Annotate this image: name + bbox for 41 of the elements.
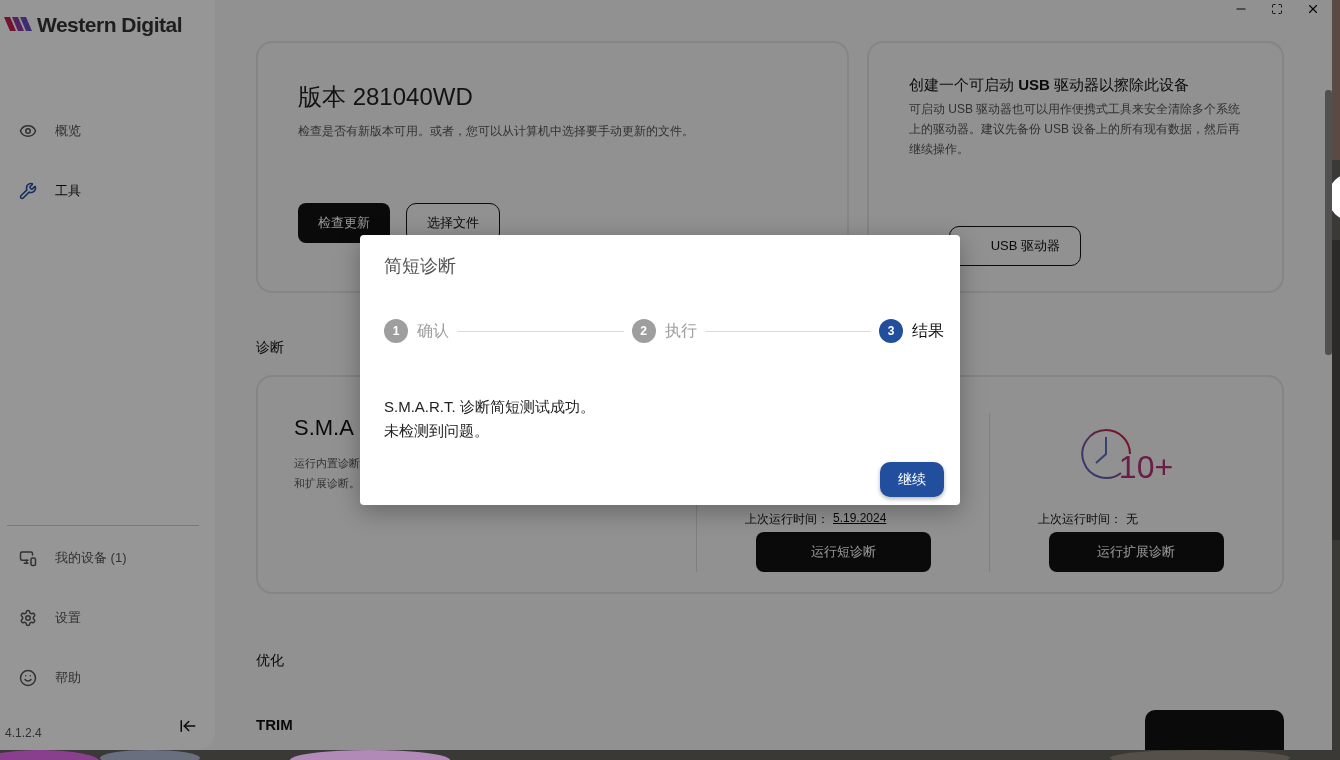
continue-button[interactable]: 继续	[880, 462, 944, 497]
usb-description: 可启动 USB 驱动器也可以用作便携式工具来安全清除多个系统上的驱动器。建议先备份 USB 设备上的所有现有数据，然后再继续操作。	[909, 101, 1242, 158]
trim-title: TRIM	[256, 716, 293, 733]
step: 2 执行	[631, 319, 697, 343]
firmware-description: 检查是否有新版本可用。或者，您可以从计算机中选择要手动更新的文件。	[298, 123, 695, 140]
logo-icon	[4, 17, 34, 33]
logo-text: Western Digital	[37, 13, 182, 37]
version-title: 版本 281040WD	[298, 82, 474, 112]
nav-item[interactable]: 概览	[0, 101, 215, 161]
nav-item[interactable]: 帮助	[0, 648, 215, 708]
check-update-button[interactable]: 检查更新	[298, 203, 390, 244]
dialog-title: 简短诊断	[384, 255, 457, 278]
section-heading: 诊断	[256, 339, 285, 358]
collapse-sidebar-button[interactable]	[179, 717, 197, 735]
extended-count-label: 10+	[1118, 451, 1174, 483]
usb-title: 创建一个可启动 USB 驱动器以擦除此设备	[909, 76, 1190, 95]
step: 1 确认	[384, 319, 449, 343]
result-message: S.M.A.R.T. 诊断简短测试成功。 未检测到问题。	[384, 397, 596, 441]
eye-icon	[19, 122, 37, 140]
extended-diagnostic-button[interactable]: 运行扩展诊断	[1048, 532, 1224, 572]
nav-item[interactable]: 工具	[0, 161, 215, 221]
last-run-label: 上次运行时间：	[745, 511, 829, 528]
close-icon	[1306, 2, 1320, 16]
step: 3 结果	[879, 319, 944, 343]
last-run-label: 上次运行时间：	[1038, 511, 1122, 528]
nav-item[interactable]: 我的设备 (1)	[0, 528, 215, 588]
last-run-link[interactable]: 5.19.2024	[833, 511, 887, 528]
scrollbar[interactable]	[1325, 90, 1332, 355]
diagnostics-description: 运行内置诊断 和扩展诊断。	[294, 456, 361, 492]
section-heading: 优化	[256, 652, 285, 670]
version-text: 4.1.2.4	[5, 726, 42, 740]
collapse-arrow-icon	[179, 717, 197, 735]
last-run-value: 无	[1126, 511, 1138, 528]
smile-icon	[19, 669, 37, 687]
nav-item[interactable]: 设置	[0, 588, 215, 648]
wrench-icon	[19, 182, 37, 200]
settings-icon	[19, 609, 37, 627]
maximize-icon	[1271, 3, 1283, 15]
diagnostics-title: S.M.A	[294, 415, 354, 442]
devices-icon	[19, 549, 37, 567]
short-diagnostic-button[interactable]: 运行短诊断	[755, 532, 931, 572]
